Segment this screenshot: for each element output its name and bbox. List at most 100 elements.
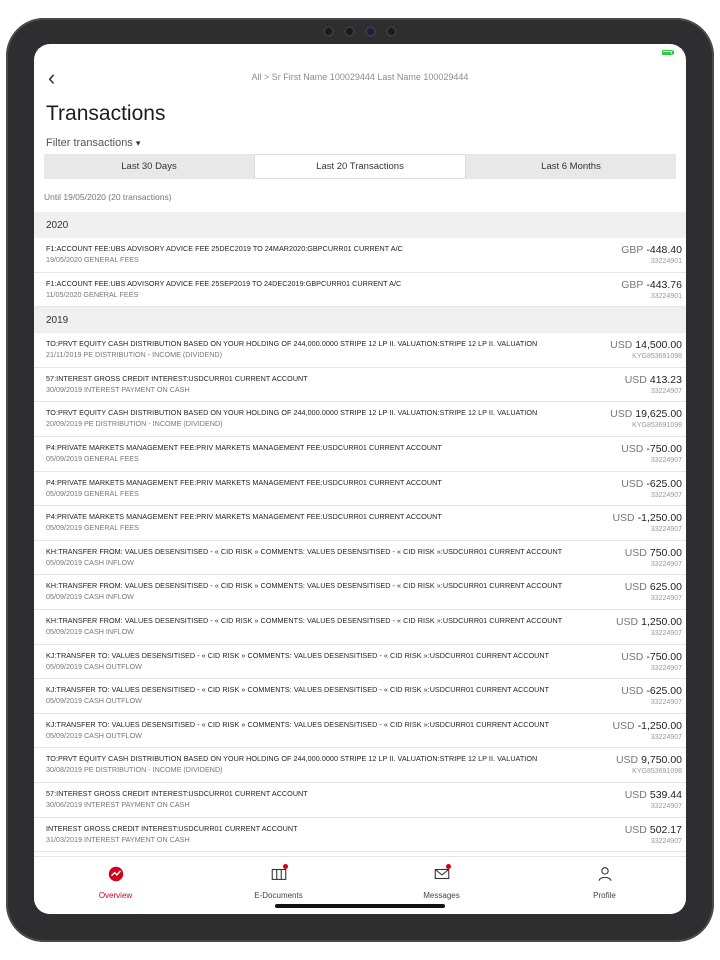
notification-badge [283, 864, 288, 869]
filter-label: Filter transactions [46, 137, 133, 149]
transaction-description: TO:PRVT EQUITY CASH DISTRIBUTION BASED O… [46, 754, 538, 764]
account-number: 33224907 [650, 456, 682, 464]
account-number: 33224907 [650, 629, 682, 637]
transaction-row[interactable]: F1:ACCOUNT FEE:UBS ADVISORY ADVICE FEE 2… [34, 238, 686, 273]
transaction-amount: USD 14,500.00 [610, 339, 682, 351]
transaction-date-type: 05/09/2019 CASH OUTFLOW [46, 661, 142, 671]
transaction-row[interactable]: P4:PRIVATE MARKETS MANAGEMENT FEE:PRIV M… [34, 506, 686, 541]
transactions-list[interactable]: 2020 F1:ACCOUNT FEE:UBS ADVISORY ADVICE F… [34, 212, 686, 856]
transaction-date-type: 05/09/2019 CASH INFLOW [46, 626, 134, 636]
transaction-date-type: 05/09/2019 GENERAL FEES [46, 488, 139, 498]
segment-last-20-transactions[interactable]: Last 20 Transactions [254, 154, 466, 179]
transaction-date-type: 11/05/2020 GENERAL FEES [46, 289, 139, 299]
tab-label: Overview [98, 891, 133, 900]
tab-label: E-Documents [254, 891, 303, 900]
tab-label: Messages [423, 891, 460, 900]
year-header: 2019 [34, 307, 686, 334]
transaction-amount: USD -750.00 [621, 651, 682, 663]
transaction-description: 57:INTEREST GROSS CREDIT INTEREST:USDCUR… [46, 373, 308, 383]
filter-transactions-dropdown[interactable]: Filter transactions ▾ [46, 137, 140, 149]
currency-code: USD [624, 788, 647, 801]
transaction-row[interactable]: KJ:TRANSFER TO: VALUES DESENSITISED - « … [34, 679, 686, 714]
transaction-date-type: 05/09/2019 CASH INFLOW [46, 557, 134, 567]
currency-code: GBP [621, 278, 644, 291]
transaction-row[interactable]: F1:ACCOUNT FEE:UBS ADVISORY ADVICE FEE 2… [34, 272, 686, 308]
transaction-date-type: 05/09/2019 CASH OUTFLOW [46, 730, 142, 740]
account-number: 33224907 [650, 491, 682, 499]
transaction-row[interactable]: 57:INTEREST GROSS CREDIT INTEREST:USDCUR… [34, 367, 686, 403]
account-number: KYG853691098 [632, 353, 682, 361]
transaction-amount: USD -750.00 [621, 443, 682, 455]
amount-value: -448.40 [646, 244, 682, 256]
currency-code: USD [612, 719, 635, 732]
transaction-row[interactable]: KJ:TRANSFER TO: VALUES DESENSITISED - « … [34, 644, 686, 680]
transaction-description: TO:PRVT EQUITY CASH DISTRIBUTION BASED O… [46, 408, 538, 418]
account-number: 33224907 [650, 526, 682, 534]
account-number: 33224907 [650, 802, 682, 810]
currency-code: USD [615, 754, 639, 767]
transaction-row[interactable]: TO:PRVT EQUITY CASH DISTRIBUTION BASED O… [34, 333, 686, 368]
transaction-amount: USD -1,250.00 [612, 512, 682, 524]
account-number: KYG853691098 [632, 422, 682, 430]
transaction-description: KH:TRANSFER FROM: VALUES DESENSITISED - … [46, 581, 563, 591]
transaction-row[interactable]: KJ:TRANSFER TO: VALUES DESENSITISED - « … [34, 713, 686, 749]
currency-code: USD [612, 512, 635, 525]
account-number: 33224907 [650, 733, 682, 741]
caret-down-icon: ▾ [135, 138, 141, 148]
transaction-amount: USD 19,625.00 [610, 408, 682, 420]
transaction-amount: USD 539.44 [625, 789, 682, 801]
amount-value: 9,750.00 [641, 754, 682, 767]
camera-lens [365, 26, 376, 37]
until-summary: Until 19/05/2020 (20 transactions) [44, 192, 172, 202]
period-segmented-control: Last 30 Days Last 20 Transactions Last 6 M… [44, 154, 676, 179]
transaction-date-type: 05/09/2019 GENERAL FEES [46, 453, 139, 463]
amount-value: -750.00 [646, 650, 682, 663]
transaction-amount: USD 502.17 [625, 824, 682, 836]
battery-icon [661, 50, 674, 55]
transaction-amount: USD 750.00 [625, 547, 682, 559]
account-number: 33224901 [650, 292, 682, 300]
transaction-row[interactable]: KH:TRANSFER FROM: VALUES DESENSITISED - … [34, 540, 686, 576]
transaction-amount: USD 9,750.00 [616, 754, 682, 766]
transaction-row[interactable]: P4:PRIVATE MARKETS MANAGEMENT FEE:PRIV M… [34, 436, 686, 472]
transaction-row[interactable]: INTEREST GROSS CREDIT INTEREST:USDCURR01… [34, 817, 686, 853]
transaction-description: P4:PRIVATE MARKETS MANAGEMENT FEE:PRIV M… [46, 442, 442, 452]
amount-value: -1,250.00 [637, 719, 682, 732]
transaction-description: F1:ACCOUNT FEE:UBS ADVISORY ADVICE FEE 2… [46, 278, 402, 288]
amount-value: -625.00 [646, 477, 682, 490]
transaction-description: INTEREST GROSS CREDIT INTEREST:USDCURR01… [46, 823, 298, 833]
home-indicator [275, 904, 445, 908]
app-screen: ‹ All > Sr First Name 100029444 Last Nam… [34, 44, 686, 914]
transaction-row[interactable]: P4:PRIVATE MARKETS MANAGEMENT FEE:PRIV M… [34, 471, 686, 507]
currency-code: USD [621, 477, 644, 490]
tab-overview[interactable]: Overview [34, 857, 197, 914]
overview-icon [107, 865, 125, 888]
transaction-description: F1:ACCOUNT FEE:UBS ADVISORY ADVICE FEE 2… [46, 244, 403, 253]
transaction-amount: GBP -443.76 [621, 279, 682, 291]
transaction-date-type: 31/03/2019 INTEREST PAYMENT ON CASH [46, 834, 190, 844]
account-number: 33224907 [650, 595, 682, 603]
amount-value: 750.00 [649, 546, 682, 559]
transaction-date-type: 19/05/2020 GENERAL FEES [46, 255, 139, 264]
currency-code: USD [624, 823, 647, 836]
year-header: 2020 [34, 212, 686, 238]
account-number: 33224901 [650, 258, 682, 265]
notification-badge [446, 864, 451, 869]
segment-last-30-days[interactable]: Last 30 Days [44, 154, 254, 179]
transaction-date-type: 30/06/2019 INTEREST PAYMENT ON CASH [46, 799, 190, 809]
amount-value: -750.00 [646, 442, 682, 455]
amount-value: 14,500.00 [635, 339, 682, 352]
transaction-date-type: 20/09/2019 PE DISTRIBUTION - INCOME (DIV… [46, 419, 223, 429]
breadcrumb[interactable]: All > Sr First Name 100029444 Last Name … [34, 72, 686, 82]
transaction-row[interactable]: KH:TRANSFER FROM: VALUES DESENSITISED - … [34, 609, 686, 645]
transaction-row[interactable]: TO:PRVT EQUITY CASH DISTRIBUTION BASED O… [34, 402, 686, 437]
transaction-row[interactable]: 57:INTEREST GROSS CREDIT INTEREST:USDCUR… [34, 782, 686, 818]
transaction-row[interactable]: KH:TRANSFER FROM: VALUES DESENSITISED - … [34, 575, 686, 610]
sensor-dot [323, 26, 334, 37]
currency-code: USD [621, 650, 644, 663]
segment-last-6-months[interactable]: Last 6 Months [466, 154, 676, 179]
tab-profile[interactable]: Profile [523, 857, 686, 914]
camera-bar [323, 26, 397, 37]
person-icon [596, 865, 614, 888]
transaction-row[interactable]: TO:PRVT EQUITY CASH DISTRIBUTION BASED O… [34, 748, 686, 783]
